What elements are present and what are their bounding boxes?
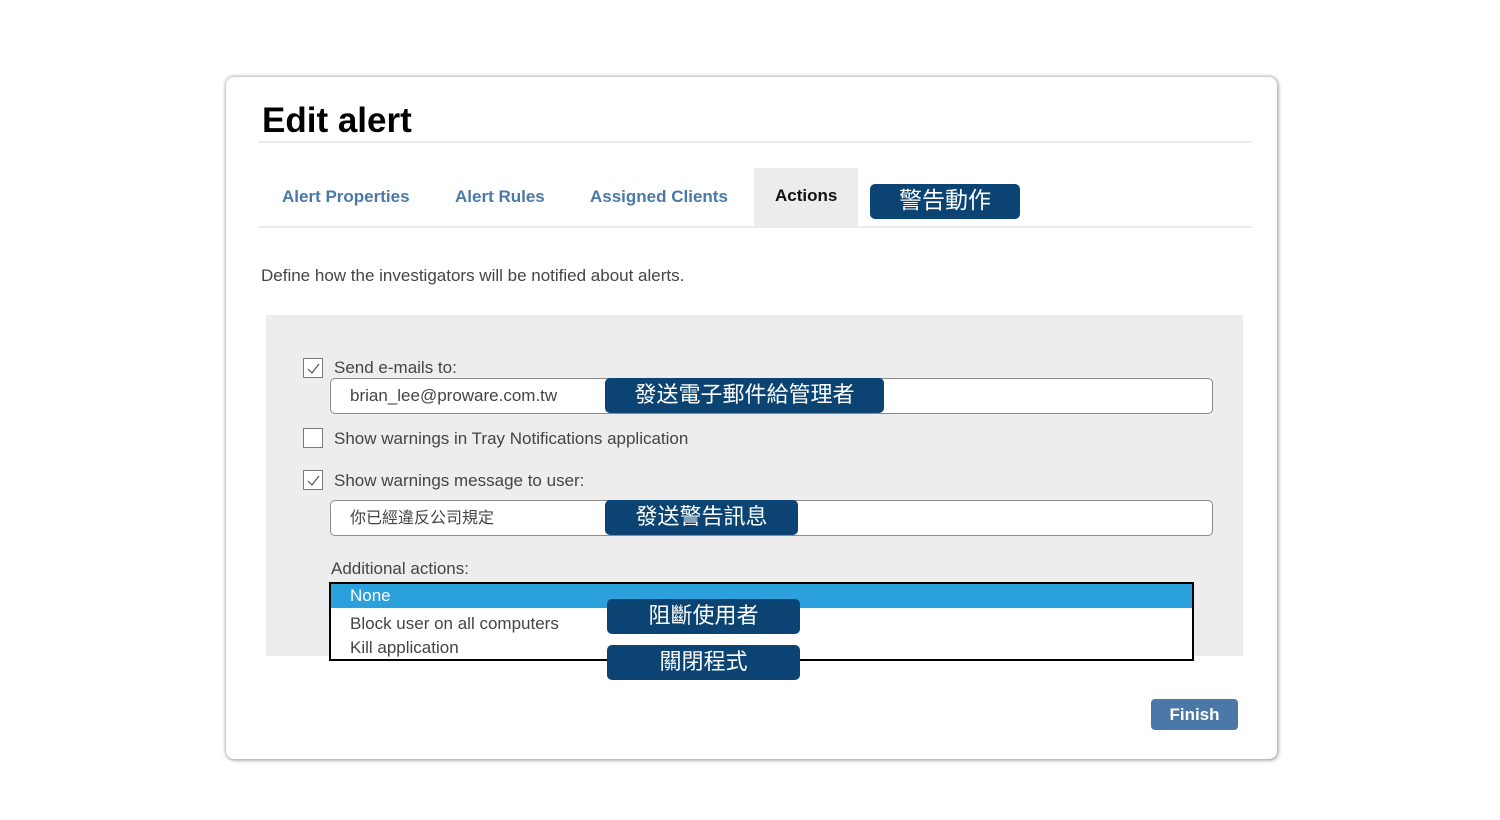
warning-message-checkbox[interactable]: [303, 470, 323, 490]
tabs-divider: [258, 226, 1252, 228]
tray-notifications-label: Show warnings in Tray Notifications appl…: [334, 429, 689, 448]
warning-message-label: Show warnings message to user:: [334, 471, 585, 490]
annotation-kill-app: 關閉程式: [607, 645, 800, 680]
tab-assigned-clients[interactable]: Assigned Clients: [590, 168, 728, 226]
email-field-value: brian_lee@proware.com.tw: [350, 386, 558, 405]
send-email-label: Send e-mails to:: [334, 358, 457, 377]
additional-actions-label: Additional actions:: [331, 559, 469, 578]
dialog-title: Edit alert: [262, 101, 412, 140]
title-divider: [258, 141, 1252, 143]
finish-button[interactable]: Finish: [1151, 699, 1238, 730]
annotation-send-email: 發送電子郵件給管理者: [605, 378, 884, 413]
send-email-checkbox[interactable]: [303, 358, 323, 378]
annotation-block-user: 阻斷使用者: [607, 599, 800, 634]
tray-notifications-checkbox[interactable]: [303, 428, 323, 448]
edit-alert-dialog: Edit alert Alert Properties Alert Rules …: [226, 77, 1277, 759]
checkmark-icon: [307, 363, 320, 374]
annotation-warning-message: 發送警告訊息: [605, 500, 798, 535]
annotation-actions-tab: 警告動作: [870, 184, 1020, 219]
tab-actions[interactable]: Actions: [754, 168, 859, 226]
warning-message-value: 你已經違反公司規定: [350, 508, 495, 527]
tab-alert-rules[interactable]: Alert Rules: [455, 168, 545, 226]
checkmark-icon: [307, 475, 320, 486]
tab-alert-properties[interactable]: Alert Properties: [282, 168, 410, 226]
description-text: Define how the investigators will be not…: [261, 266, 685, 285]
